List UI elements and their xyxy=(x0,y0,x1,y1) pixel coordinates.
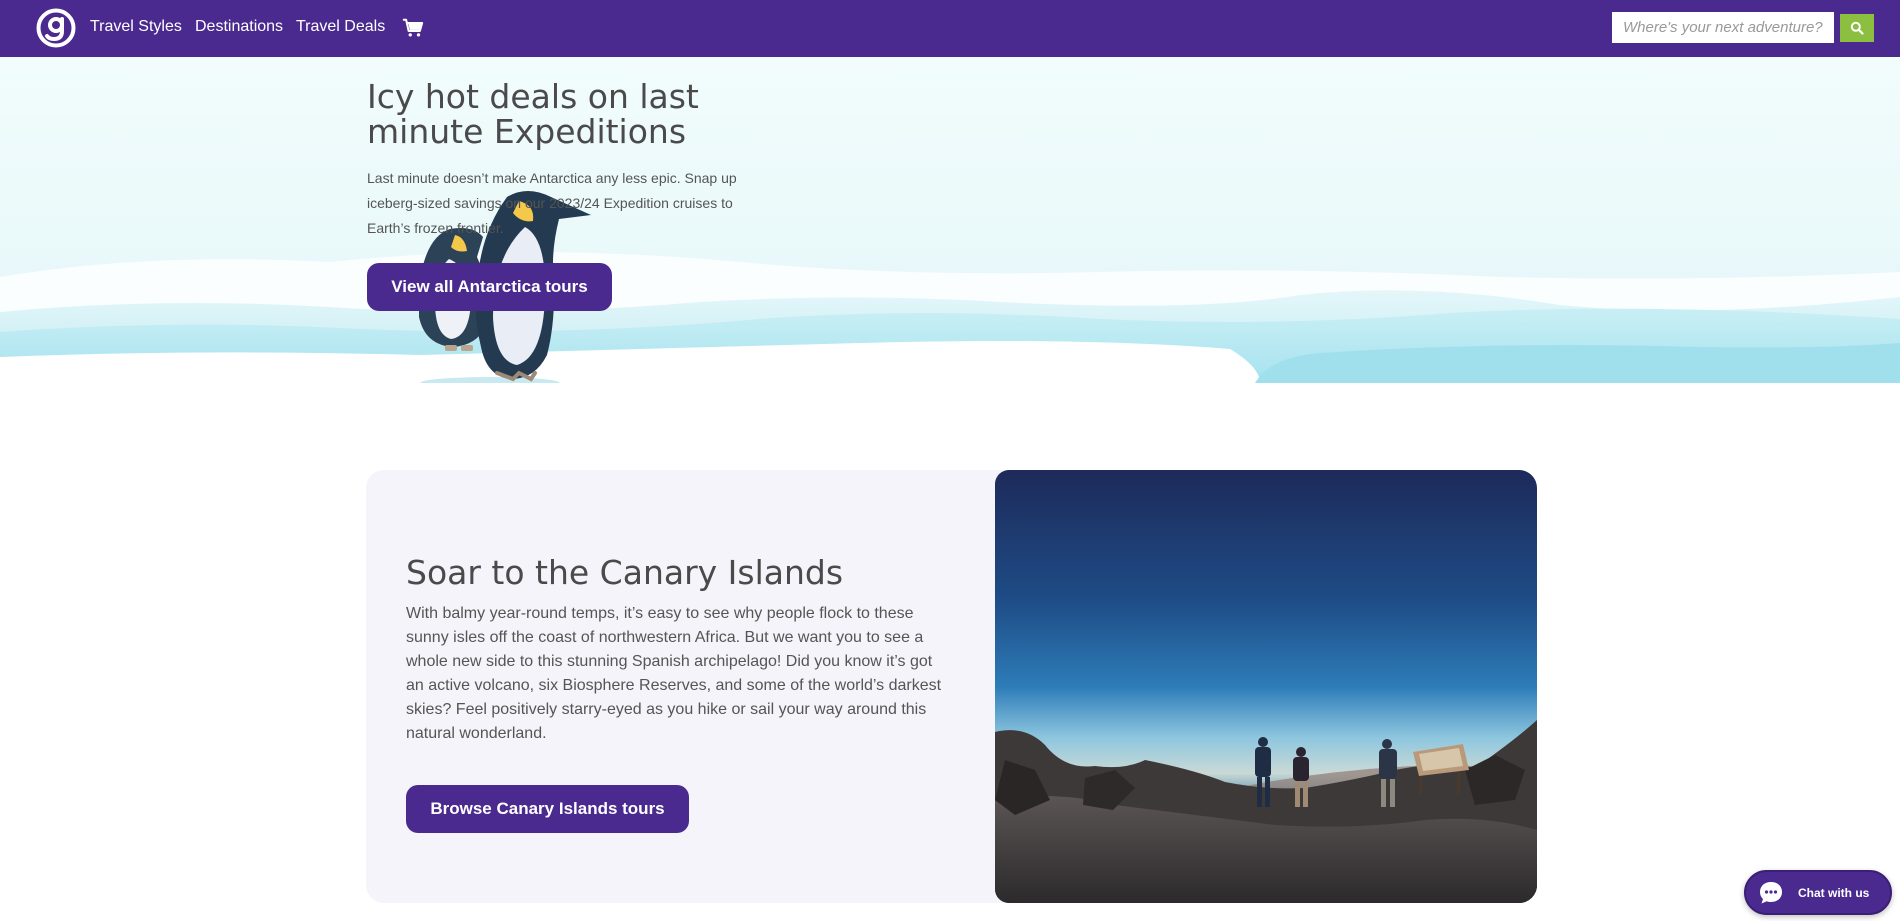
chat-label: Chat with us xyxy=(1798,885,1870,900)
nav-destinations[interactable]: Destinations xyxy=(195,18,283,36)
hero-description: Last minute doesn’t make Antarctica any … xyxy=(367,170,737,236)
search-button[interactable] xyxy=(1840,14,1874,42)
ice-landscape-illustration xyxy=(0,252,1900,383)
nav-travel-styles[interactable]: Travel Styles xyxy=(90,18,182,36)
top-nav: Travel Styles Destinations Travel Deals xyxy=(0,0,1900,57)
chat-with-us-button[interactable]: Chat with us xyxy=(1744,870,1892,915)
view-antarctica-tours-button[interactable]: View all Antarctica tours xyxy=(367,263,612,311)
hero-title: Icy hot deals on last minute Expeditions xyxy=(367,77,699,151)
canary-islands-hikers-photo xyxy=(995,470,1537,903)
canary-islands-promo-card: Soar to the Canary Islands With balmy ye… xyxy=(366,470,1537,903)
promo-description: With balmy year-round temps, it’s easy t… xyxy=(406,605,942,742)
shopping-cart-icon[interactable] xyxy=(402,17,424,39)
promo-title: Soar to the Canary Islands xyxy=(406,553,844,592)
hero-banner: Icy hot deals on last minute Expeditions… xyxy=(0,57,1900,383)
search-icon xyxy=(1850,21,1864,35)
search-input[interactable] xyxy=(1612,12,1834,43)
browse-canary-islands-button[interactable]: Browse Canary Islands tours xyxy=(406,785,689,833)
chat-bubble-icon xyxy=(1760,881,1782,903)
g-adventures-logo-icon[interactable] xyxy=(36,8,76,48)
nav-travel-deals[interactable]: Travel Deals xyxy=(296,18,385,36)
